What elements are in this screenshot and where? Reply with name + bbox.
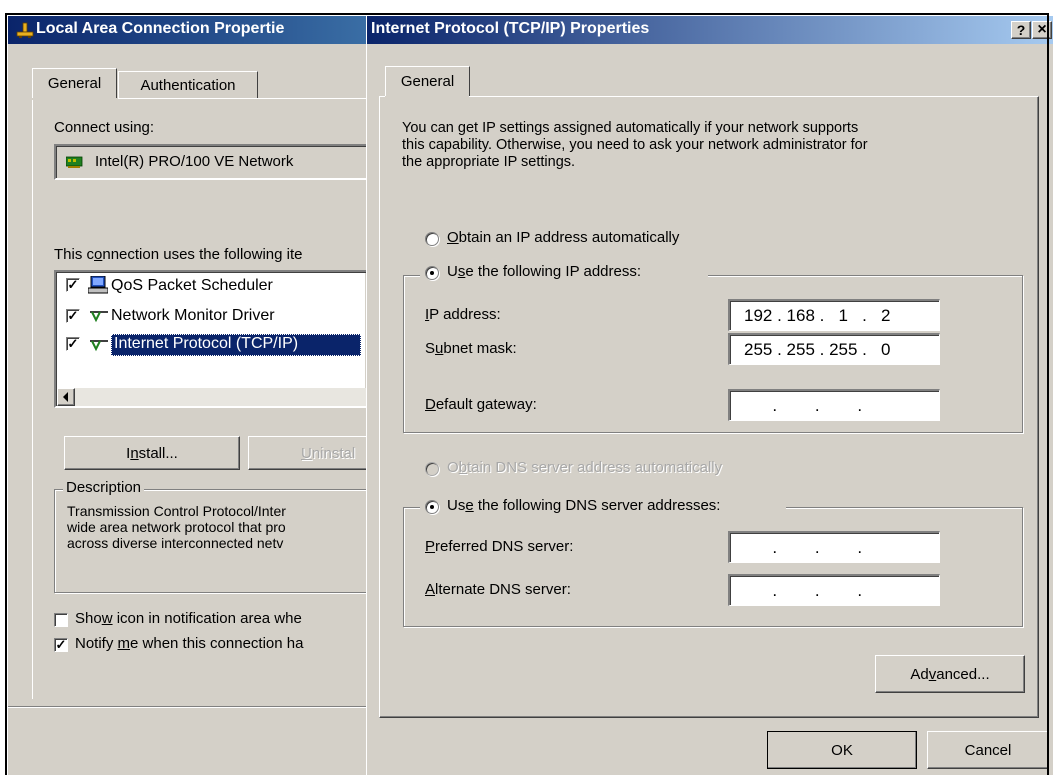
use-dns-label: Use the following DNS server addresses: [447,497,721,514]
network-adapter-icon [65,155,84,169]
tab-general[interactable]: General [385,66,470,96]
components-hscrollbar[interactable] [57,388,368,406]
ip-address-value: 192 . 168 . 1 . 2 [744,305,891,325]
ok-label: OK [831,741,853,759]
adapter-name: Intel(R) PRO/100 VE Network [95,153,294,170]
preferred-dns-label: Preferred DNS server: [425,538,574,555]
use-dns-radio[interactable] [425,500,439,514]
preferred-dns-field[interactable]: . . . [728,531,940,563]
tab-authentication[interactable]: Authentication [118,71,258,98]
use-ip-label: Use the following IP address: [447,263,642,280]
tab-general-label: General [400,73,455,90]
show-icon-label: Show icon in notification area whe [75,610,302,627]
tab-authentication-label: Authentication [140,76,236,94]
subnet-mask-value: 255 . 255 . 255 . 0 [744,339,891,359]
description-line-2: wide area network protocol that pro [67,519,286,535]
intro-line-1: You can get IP settings assigned automat… [402,120,859,136]
obtain-dns-label: Obtain DNS server address automatically [447,459,723,476]
notify-checkbox[interactable]: ✓ [54,638,68,652]
install-button[interactable]: Install... [64,436,240,470]
tcpip-label: Internet Protocol (TCP/IP) [114,335,299,352]
close-icon: × [1037,21,1047,38]
tcpip-properties-dialog: Internet Protocol (TCP/IP) Properties ? … [366,16,1053,775]
cancel-label: Cancel [964,741,1012,759]
netmon-label: Network Monitor Driver [111,307,275,324]
scroll-left-button[interactable] [57,388,75,406]
ip-address-label: IP address: [425,306,501,323]
preferred-dns-value: . . . [744,537,863,557]
network-protocol-icon [88,338,110,352]
network-connection-icon [16,22,34,38]
description-line-1: Transmission Control Protocol/Inter [67,503,286,519]
intro-line-3: the appropriate IP settings. [402,154,576,170]
obtain-ip-label: Obtain an IP address automatically [447,229,680,246]
connect-using-label: Connect using: [54,119,155,136]
alternate-dns-field[interactable]: . . . [728,574,940,606]
default-gateway-value: . . . [744,395,863,415]
lan-properties-dialog: Local Area Connection Propertie General … [8,16,388,775]
intro-line-2: this capability. Otherwise, you need to … [402,137,868,153]
qos-scheduler-icon [87,275,109,294]
qos-label: QoS Packet Scheduler [111,277,273,294]
obtain-dns-radio[interactable] [425,462,439,476]
lan-properties-title: Local Area Connection Propertie [36,20,285,37]
dns-group [403,507,1023,627]
advanced-label: Advanced... [910,665,990,683]
cancel-button[interactable]: Cancel [927,731,1049,769]
left-arrow-icon [63,392,68,402]
description-line-3: across diverse interconnected netv [67,535,284,551]
uninstall-label: Uninstal [301,444,356,462]
netmon-checkbox[interactable]: ✓ [66,309,80,323]
tab-general-back-label: General [47,75,102,92]
advanced-button[interactable]: Advanced... [875,655,1025,693]
qos-checkbox[interactable]: ✓ [66,278,80,292]
tcpip-title: Internet Protocol (TCP/IP) Properties [371,20,650,37]
notify-label: Notify me when this connection ha [75,635,304,652]
alternate-dns-label: Alternate DNS server: [425,581,571,598]
tab-general-back[interactable]: General [32,68,117,98]
tcpip-checkbox[interactable]: ✓ [66,337,80,351]
network-protocol-icon [88,309,110,323]
ok-button[interactable]: OK [767,731,917,769]
help-icon: ? [1016,22,1026,38]
back-separator [8,706,368,708]
install-label: Install... [126,444,178,462]
subnet-label: Subnet mask: [425,340,517,357]
help-button[interactable]: ? [1011,21,1031,39]
components-label: This connection uses the following ite [54,246,303,263]
default-gateway-field[interactable]: . . . [728,389,940,421]
subnet-mask-field[interactable]: 255 . 255 . 255 . 0 [728,333,940,365]
gateway-label: Default gateway: [425,396,537,413]
obtain-ip-radio[interactable] [425,232,439,246]
alternate-dns-value: . . . [744,580,863,600]
description-legend: Description [63,479,145,496]
use-ip-radio[interactable] [425,266,439,280]
close-button[interactable]: × [1032,21,1052,39]
ip-address-field[interactable]: 192 . 168 . 1 . 2 [728,299,940,331]
show-icon-checkbox[interactable] [54,613,68,627]
